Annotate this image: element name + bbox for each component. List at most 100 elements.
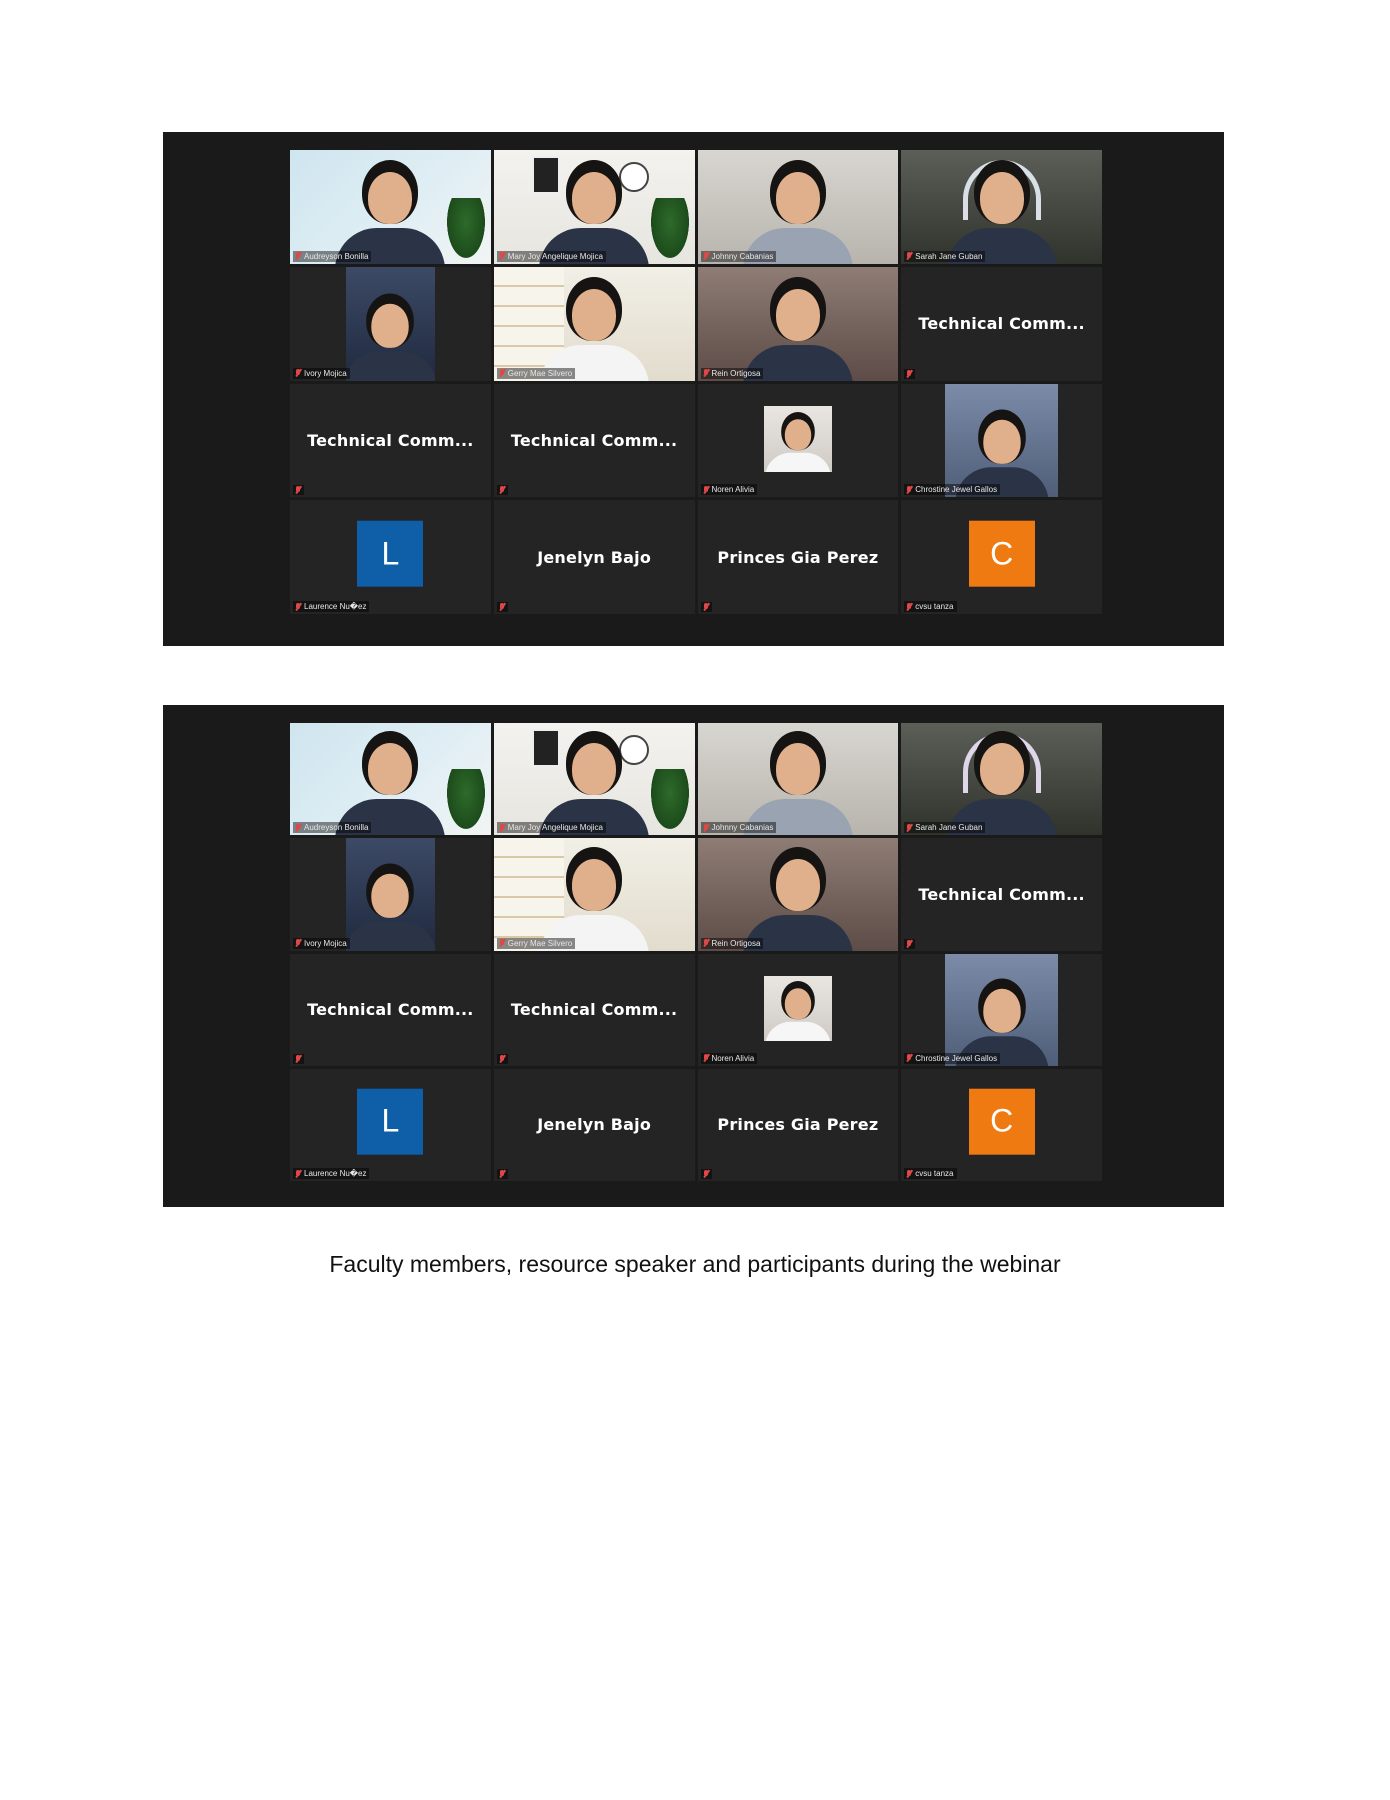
participant-tile: Gerry Mae Silvero <box>493 266 695 381</box>
name-tag: Gerry Mae Silvero <box>496 367 576 379</box>
participant-tile: L Laurence Nu�ez <box>290 500 491 614</box>
name-tag: Ivory Mojica <box>293 367 350 379</box>
mic-muted-icon <box>703 369 709 377</box>
name-tag: Sarah Jane Guban <box>904 822 986 834</box>
participant-display-name: Technical Comm... <box>918 314 1085 334</box>
participant-name-audreyson-bonilla: Audreyson Bonilla <box>304 251 369 261</box>
mic-muted-icon <box>499 1170 505 1178</box>
video-feed <box>945 953 1058 1066</box>
name-tag: Mary Joy Angelique Mojica <box>496 822 606 834</box>
plant-icon <box>650 197 689 258</box>
name-tag <box>293 1053 304 1064</box>
participant-head <box>979 171 1024 224</box>
participant-head <box>775 288 820 341</box>
mic-muted-icon <box>295 1169 301 1178</box>
participant-name-noren-alivia: Noren Alivia <box>711 1053 755 1063</box>
avatar: C <box>968 520 1035 587</box>
participant-tile: Jenelyn Bajo <box>493 500 695 614</box>
name-tag: Chrostine Jewel Gallos <box>904 1052 1001 1064</box>
participant-tile: L Laurence Nu�ez <box>290 1068 491 1181</box>
name-tag: Laurence Nu�ez <box>293 601 370 612</box>
participant-tile: Chrostine Jewel Gallos <box>901 383 1102 498</box>
participant-tile: Princes Gia Perez <box>697 1068 899 1181</box>
mic-muted-icon <box>703 603 709 611</box>
participant-grid: Audreyson Bonilla Mary Joy Angelique Moji… <box>290 150 1102 614</box>
participant-head <box>775 171 820 224</box>
participant-name-chrostine-jewel-gallos: Chrostine Jewel Gallos <box>915 485 998 495</box>
meeting-screenshot-1: Audreyson Bonilla Mary Joy Angelique Moji… <box>163 132 1224 646</box>
name-tag: Audreyson Bonilla <box>293 822 372 834</box>
participant-body <box>764 453 831 473</box>
mic-muted-icon <box>499 369 505 377</box>
participant-head <box>371 303 410 348</box>
participant-display-name: Technical Comm... <box>918 884 1085 904</box>
avatar: C <box>968 1088 1035 1155</box>
video-feed <box>697 838 899 951</box>
mic-muted-icon <box>906 1054 912 1062</box>
mic-muted-icon <box>499 252 505 260</box>
name-tag <box>700 602 712 612</box>
name-tag: Rein Ortigosa <box>700 367 764 379</box>
participant-tile: Technical Comm... <box>493 953 695 1066</box>
participant-tile: Chrostine Jewel Gallos <box>901 953 1102 1066</box>
video-feed <box>945 383 1058 498</box>
participant-tile: Jenelyn Bajo <box>493 1068 695 1181</box>
mic-muted-icon <box>906 369 912 378</box>
participant-tile: Technical Comm... <box>901 838 1102 951</box>
name-tag <box>700 1169 712 1179</box>
participant-head <box>784 988 812 1020</box>
video-feed <box>346 838 435 951</box>
participant-tile: Ivory Mojica <box>290 266 491 381</box>
participant-display-name: Technical Comm... <box>307 1000 474 1020</box>
video-feed <box>763 975 833 1042</box>
participant-tile: Rein Ortigosa <box>697 266 899 381</box>
video-feed <box>697 723 899 836</box>
participant-name-rein-ortigosa: Rein Ortigosa <box>711 938 761 948</box>
participant-tile: Technical Comm... <box>901 266 1102 381</box>
mic-muted-icon <box>295 602 301 611</box>
mic-muted-icon <box>906 252 912 260</box>
participant-figure <box>764 988 831 1042</box>
participant-name-ivory-mojica: Ivory Mojica <box>304 938 347 948</box>
mic-muted-icon <box>295 939 301 947</box>
name-tag <box>496 485 508 496</box>
name-tag: Audreyson Bonilla <box>293 250 372 262</box>
participant-name-laurence-nu-ez: Laurence Nu�ez <box>304 602 367 611</box>
mic-muted-icon <box>295 1054 301 1063</box>
participant-tile: Technical Comm... <box>290 953 491 1066</box>
participant-display-name: Technical Comm... <box>510 430 678 450</box>
participant-name-johnny-cabanias: Johnny Cabanias <box>711 823 774 833</box>
mic-muted-icon <box>295 486 301 494</box>
participant-head <box>982 988 1021 1033</box>
participant-tile: Mary Joy Angelique Mojica <box>493 723 695 836</box>
participant-head <box>368 743 413 796</box>
participant-head <box>982 419 1021 465</box>
participant-tile: Noren Alivia <box>697 383 899 498</box>
participant-name-mary-joy-angelique-mojica: Mary Joy Angelique Mojica <box>507 251 603 261</box>
participant-name-gerry-mae-silvero: Gerry Mae Silvero <box>507 938 573 948</box>
participant-head <box>784 419 812 451</box>
name-tag: Noren Alivia <box>700 1052 758 1064</box>
video-feed <box>901 150 1102 264</box>
mic-muted-icon <box>499 603 505 611</box>
participant-display-name: Technical Comm... <box>307 430 474 450</box>
mic-muted-icon <box>906 1169 912 1178</box>
video-feed <box>493 838 695 951</box>
participant-body <box>764 1021 831 1042</box>
video-feed <box>493 150 695 264</box>
mic-muted-icon <box>499 939 505 947</box>
participant-name-cvsu-tanza: cvsu tanza <box>915 602 954 611</box>
mic-muted-icon <box>906 823 912 832</box>
mic-muted-icon <box>703 252 709 260</box>
participant-tile: Johnny Cabanias <box>697 150 899 264</box>
participant-figure <box>346 303 435 381</box>
participant-tile: Johnny Cabanias <box>697 723 899 836</box>
name-tag: cvsu tanza <box>904 601 957 612</box>
participant-tile: Sarah Jane Guban <box>901 150 1102 264</box>
mic-muted-icon <box>906 485 912 494</box>
participant-tile: Technical Comm... <box>493 383 695 498</box>
participant-head <box>572 743 617 796</box>
mic-muted-icon <box>703 1054 709 1062</box>
plant-icon <box>446 197 485 258</box>
video-feed <box>697 266 899 381</box>
